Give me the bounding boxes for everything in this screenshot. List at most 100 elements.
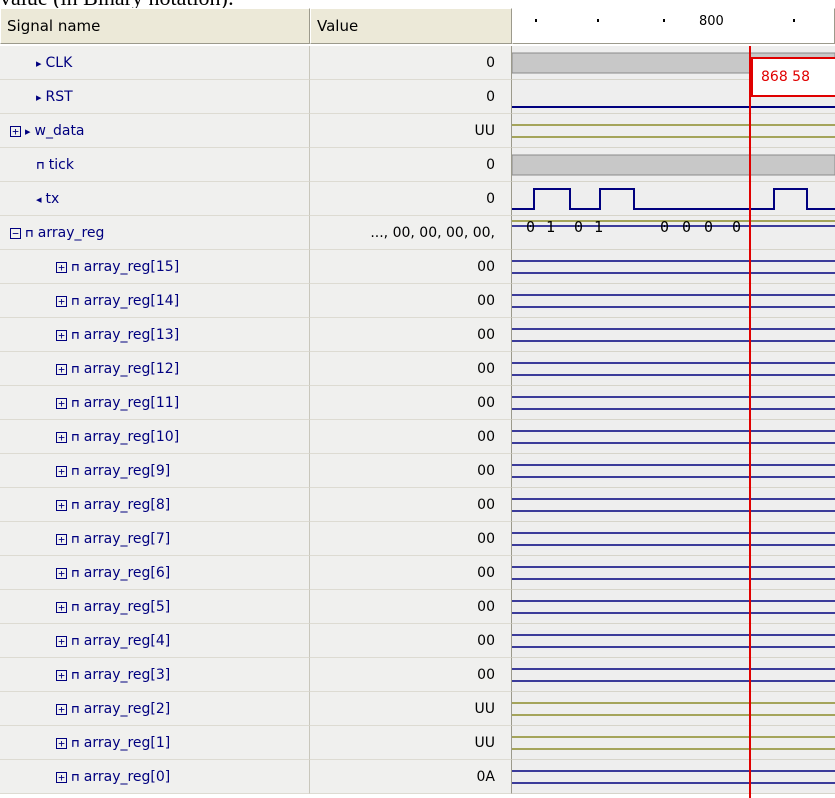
output-port-icon: ◂ [36, 193, 42, 206]
signal-name-label: array_reg[13] [83, 327, 180, 343]
signal-name-cell[interactable]: + ⊓ array_reg[13] [0, 318, 310, 352]
signal-name-cell[interactable]: + ▸ w_data [0, 114, 310, 148]
expand-icon[interactable]: + [56, 499, 67, 511]
expand-icon[interactable]: + [56, 465, 67, 477]
signal-name-cell[interactable]: + ⊓ array_reg[9] [0, 454, 310, 488]
signal-name-cell[interactable]: − ⊓ array_reg [0, 216, 310, 250]
signal-name-cell[interactable]: ▸ CLK [0, 46, 310, 80]
signal-name-cell[interactable]: ◂ tx [0, 182, 310, 216]
signal-name-cell[interactable]: + ⊓ array_reg[7] [0, 522, 310, 556]
expand-icon[interactable]: + [10, 125, 21, 137]
array-reg-bit-label: 0 [682, 218, 691, 236]
ruler-tick [535, 19, 537, 22]
expand-icon[interactable]: + [56, 261, 67, 273]
wave-row-bg [512, 386, 835, 420]
signal-name-cell[interactable]: + ⊓ array_reg[5] [0, 590, 310, 624]
signal-value-cell: 00 [310, 522, 512, 556]
wave-row-bg [512, 726, 835, 760]
signal-value-cell: UU [310, 692, 512, 726]
signal-name-label: RST [45, 89, 73, 105]
array-reg-bit-label: 0 [704, 218, 713, 236]
waveform-canvas[interactable]: 01010000 [512, 46, 835, 798]
wave-row-bg [512, 522, 835, 556]
wave-row-bg [512, 658, 835, 692]
signal-name-cell[interactable]: ▸ RST [0, 80, 310, 114]
signal-name-label: array_reg[4] [83, 633, 171, 649]
signal-name-label: array_reg[10] [83, 429, 180, 445]
signal-name-label: array_reg[9] [83, 463, 171, 479]
signal-value-cell: 00 [310, 658, 512, 692]
value-column-header[interactable]: Value [310, 8, 512, 44]
signal-name-cell[interactable]: + ⊓ array_reg[3] [0, 658, 310, 692]
signal-name-column-header[interactable]: Signal name [0, 8, 310, 44]
signal-name-cell[interactable]: + ⊓ array_reg[1] [0, 726, 310, 760]
signal-name-label: tx [45, 191, 60, 207]
expand-icon[interactable]: + [56, 295, 67, 307]
signal-name-cell[interactable]: + ⊓ array_reg[2] [0, 692, 310, 726]
internal-signal-icon: ⊓ [71, 737, 80, 750]
internal-signal-icon: ⊓ [71, 635, 80, 648]
wave-row-bg [512, 352, 835, 386]
signal-value-cell: 0 [310, 80, 512, 114]
clock-wave [512, 154, 835, 176]
array-reg-bit-label: 1 [546, 218, 555, 236]
expand-icon[interactable]: + [56, 533, 67, 545]
internal-signal-icon: ⊓ [71, 601, 80, 614]
internal-signal-icon: ⊓ [36, 159, 45, 172]
signal-value-cell: 00 [310, 556, 512, 590]
expand-icon[interactable]: + [56, 397, 67, 409]
internal-signal-icon: ⊓ [71, 363, 80, 376]
wave-row-bg [512, 556, 835, 590]
wave-row-bg [512, 284, 835, 318]
internal-signal-icon: ⊓ [71, 703, 80, 716]
array-reg-bit-label: 0 [574, 218, 583, 236]
signal-value-cell: ..., 00, 00, 00, 00, [310, 216, 512, 250]
waveform-area[interactable]: 01010000 [512, 46, 835, 798]
signal-name-label: array_reg[12] [83, 361, 180, 377]
signal-value-cell: 0A [310, 760, 512, 794]
signal-name-cell[interactable]: + ⊓ array_reg[0] [0, 760, 310, 794]
signal-name-label: array_reg[6] [83, 565, 171, 581]
array-reg-bit-label: 0 [660, 218, 669, 236]
array-reg-bit-label: 1 [594, 218, 603, 236]
signal-name-cell[interactable]: + ⊓ array_reg[4] [0, 624, 310, 658]
cursor-line[interactable] [749, 46, 751, 798]
expand-icon[interactable]: + [56, 329, 67, 341]
expand-icon[interactable]: + [56, 601, 67, 613]
top-caption: value (in Binary notation): [0, 0, 835, 8]
expand-icon[interactable]: + [56, 737, 67, 749]
wave-row-bg [512, 488, 835, 522]
signal-name-cell[interactable]: ⊓ tick [0, 148, 310, 182]
signal-name-cell[interactable]: + ⊓ array_reg[10] [0, 420, 310, 454]
wave-row-bg [512, 114, 835, 148]
signal-value-cell: 00 [310, 284, 512, 318]
wave-row-bg [512, 250, 835, 284]
wave-row-bg [512, 624, 835, 658]
signal-name-cell[interactable]: + ⊓ array_reg[12] [0, 352, 310, 386]
signal-name-label: array_reg[8] [83, 497, 171, 513]
time-ruler[interactable] [512, 8, 835, 44]
expand-icon[interactable]: + [56, 703, 67, 715]
collapse-icon[interactable]: − [10, 227, 21, 239]
signal-value-cell: 00 [310, 454, 512, 488]
input-port-icon: ▸ [25, 125, 31, 138]
signal-name-label: array_reg[15] [83, 259, 180, 275]
expand-icon[interactable]: + [56, 669, 67, 681]
signal-name-cell[interactable]: + ⊓ array_reg[14] [0, 284, 310, 318]
internal-signal-icon: ⊓ [71, 499, 80, 512]
expand-icon[interactable]: + [56, 431, 67, 443]
signal-value-cell: 00 [310, 488, 512, 522]
expand-icon[interactable]: + [56, 635, 67, 647]
expand-icon[interactable]: + [56, 567, 67, 579]
signal-name-cell[interactable]: + ⊓ array_reg[15] [0, 250, 310, 284]
signal-name-cell[interactable]: + ⊓ array_reg[11] [0, 386, 310, 420]
signal-value-cell: UU [310, 726, 512, 760]
signal-name-label: array_reg[7] [83, 531, 171, 547]
signal-name-label: array_reg[5] [83, 599, 171, 615]
signal-name-cell[interactable]: + ⊓ array_reg[6] [0, 556, 310, 590]
internal-signal-icon: ⊓ [71, 669, 80, 682]
signal-name-cell[interactable]: + ⊓ array_reg[8] [0, 488, 310, 522]
expand-icon[interactable]: + [56, 363, 67, 375]
expand-icon[interactable]: + [56, 771, 67, 783]
signal-value-cell: 00 [310, 420, 512, 454]
